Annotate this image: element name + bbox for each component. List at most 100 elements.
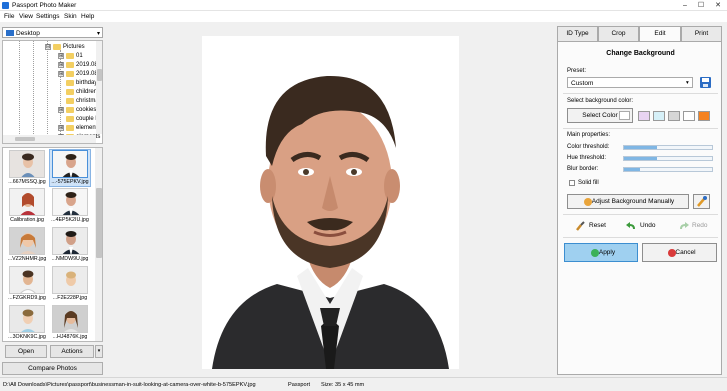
expand-icon[interactable]: ⊞ <box>58 71 64 77</box>
blur-border-slider[interactable] <box>623 167 713 172</box>
tab-id-type[interactable]: ID Type <box>557 26 598 41</box>
redo-button[interactable]: Redo <box>678 220 718 232</box>
folder-icon <box>66 98 74 104</box>
swatch-light-gray[interactable] <box>668 111 680 121</box>
thumbnail-image[interactable] <box>9 227 45 255</box>
color-threshold-slider[interactable] <box>623 145 713 150</box>
tab-edit[interactable]: Edit <box>639 26 681 42</box>
folder-dropdown-value: Desktop <box>16 30 40 37</box>
thumbnail-scrollbar[interactable] <box>95 148 102 341</box>
blur-border-label: Blur border: <box>567 166 599 172</box>
thumbnail-caption: ...667MSSQ.jpg <box>8 179 46 185</box>
hue-threshold-label: Hue threshold: <box>567 155 607 161</box>
title-bar: Passport Photo Maker – ☐ ✕ <box>0 0 727 11</box>
solid-fill-label: Solid fill <box>578 180 599 186</box>
save-icon <box>700 77 711 88</box>
main-properties-label: Main properties: <box>567 132 611 138</box>
thumbnail-image[interactable] <box>52 227 88 255</box>
chevron-down-icon: ▾ <box>96 31 100 37</box>
actions-button[interactable]: Actions <box>50 345 94 358</box>
thumbnail-caption: ...NMDW9U.jpg <box>51 256 89 262</box>
folder-icon <box>66 53 74 59</box>
folder-icon <box>66 71 74 77</box>
palette-icon <box>584 198 592 206</box>
eyedropper-icon <box>697 196 707 207</box>
swatch-light-blue[interactable] <box>653 111 665 121</box>
swatch-lavender[interactable] <box>638 111 650 121</box>
thumbnail-image[interactable] <box>52 305 88 333</box>
thumbnail-caption: ...3OKNK9C.jpg <box>8 334 46 340</box>
edit-panel: Change Background Preset: Custom ▾ Selec… <box>557 41 722 375</box>
thumbnail-caption: ...VZ2NHMR.jpg <box>7 256 47 262</box>
open-button[interactable]: Open <box>5 345 47 358</box>
thumbnail-image[interactable] <box>52 188 88 216</box>
thumbnail-caption: ...-575EPKV.jpg <box>51 179 89 185</box>
folder-tree[interactable]: ⊟ Pictures ⊞ 01 ⊞ 2019.08. ⊞ 2019.08. bi… <box>2 40 103 144</box>
status-path: D:\All Downloads\Pictures\passport\busin… <box>3 382 256 388</box>
actions-dropdown-button[interactable]: ▾ <box>95 345 103 358</box>
expand-icon[interactable]: ⊞ <box>58 53 64 59</box>
status-type: Passport <box>288 382 311 388</box>
window-title: Passport Photo Maker <box>12 2 77 9</box>
compare-photos-button[interactable]: Compare Photos <box>2 362 103 375</box>
undo-icon <box>626 222 635 229</box>
redo-icon <box>680 222 689 229</box>
thumbnail-image[interactable] <box>52 266 88 294</box>
apply-button[interactable]: Apply <box>564 243 638 262</box>
status-bar: D:\All Downloads\Pictures\passport\busin… <box>0 377 727 391</box>
maximize-button[interactable]: ☐ <box>695 1 707 10</box>
swatch-white[interactable] <box>683 111 695 121</box>
tab-print[interactable]: Print <box>681 26 722 41</box>
thumbnail-image[interactable] <box>9 305 45 333</box>
menu-file[interactable]: File <box>4 13 14 20</box>
tree-horizontal-scrollbar[interactable] <box>3 135 96 143</box>
select-color-button[interactable]: Select Color <box>567 108 633 123</box>
tab-crop[interactable]: Crop <box>598 26 639 41</box>
folder-icon <box>53 44 61 50</box>
solid-fill-checkbox[interactable] <box>569 180 575 186</box>
thumbnail-caption: ...4EP5K2IU.jpg <box>51 217 89 223</box>
tree-vertical-scrollbar[interactable] <box>96 41 102 134</box>
thumbnail-image[interactable] <box>52 150 88 178</box>
folder-dropdown[interactable]: Desktop ▾ <box>2 27 103 38</box>
thumbnail-image[interactable] <box>9 150 45 178</box>
preset-label: Preset: <box>567 68 587 74</box>
passport-photo[interactable] <box>202 36 459 369</box>
menu-view[interactable]: View <box>19 13 33 20</box>
eyedropper-button[interactable] <box>693 194 710 209</box>
status-size: Size: 35 x 45 mm <box>321 382 365 388</box>
thumbnail-image[interactable] <box>9 266 45 294</box>
expand-icon[interactable]: ⊞ <box>58 125 64 131</box>
menu-settings[interactable]: Settings <box>36 13 60 20</box>
folder-icon <box>66 62 74 68</box>
collapse-icon[interactable]: ⊟ <box>45 44 51 50</box>
minimize-button[interactable]: – <box>679 1 691 10</box>
adjust-background-button[interactable]: Adjust Background Manually <box>567 194 689 209</box>
cancel-icon <box>668 249 676 257</box>
panel-heading: Change Background <box>606 50 675 57</box>
preset-dropdown[interactable]: Custom ▾ <box>567 77 693 88</box>
preset-value: Custom <box>571 80 594 87</box>
color-threshold-label: Color threshold: <box>567 144 610 150</box>
expand-icon[interactable]: ⊞ <box>58 62 64 68</box>
right-panel: ID Type Crop Edit Print Change Backgroun… <box>557 26 722 375</box>
thumbnail-image[interactable] <box>9 188 45 216</box>
desktop-icon <box>6 30 14 36</box>
chevron-down-icon: ▾ <box>686 80 689 86</box>
brush-icon <box>576 221 585 231</box>
save-preset-button[interactable] <box>699 76 712 89</box>
undo-button[interactable]: Undo <box>626 220 666 232</box>
current-color-swatch <box>619 111 630 120</box>
menu-help[interactable]: Help <box>81 13 94 20</box>
reset-button[interactable]: Reset <box>575 220 615 232</box>
cancel-button[interactable]: Cancel <box>642 243 717 262</box>
hue-threshold-slider[interactable] <box>623 156 713 161</box>
swatch-orange[interactable] <box>698 111 710 121</box>
menu-bar: File View Settings Skin Help <box>0 11 727 22</box>
thumbnail-caption: ...F2E228P.jpg <box>52 295 88 301</box>
expand-icon[interactable]: ⊞ <box>58 107 64 113</box>
thumbnail-list[interactable]: ...667MSSQ.jpg ...-575EPKV.jpg Calibrati… <box>2 147 103 342</box>
menu-skin[interactable]: Skin <box>64 13 77 20</box>
close-button[interactable]: ✕ <box>712 1 724 10</box>
check-icon <box>591 249 599 257</box>
